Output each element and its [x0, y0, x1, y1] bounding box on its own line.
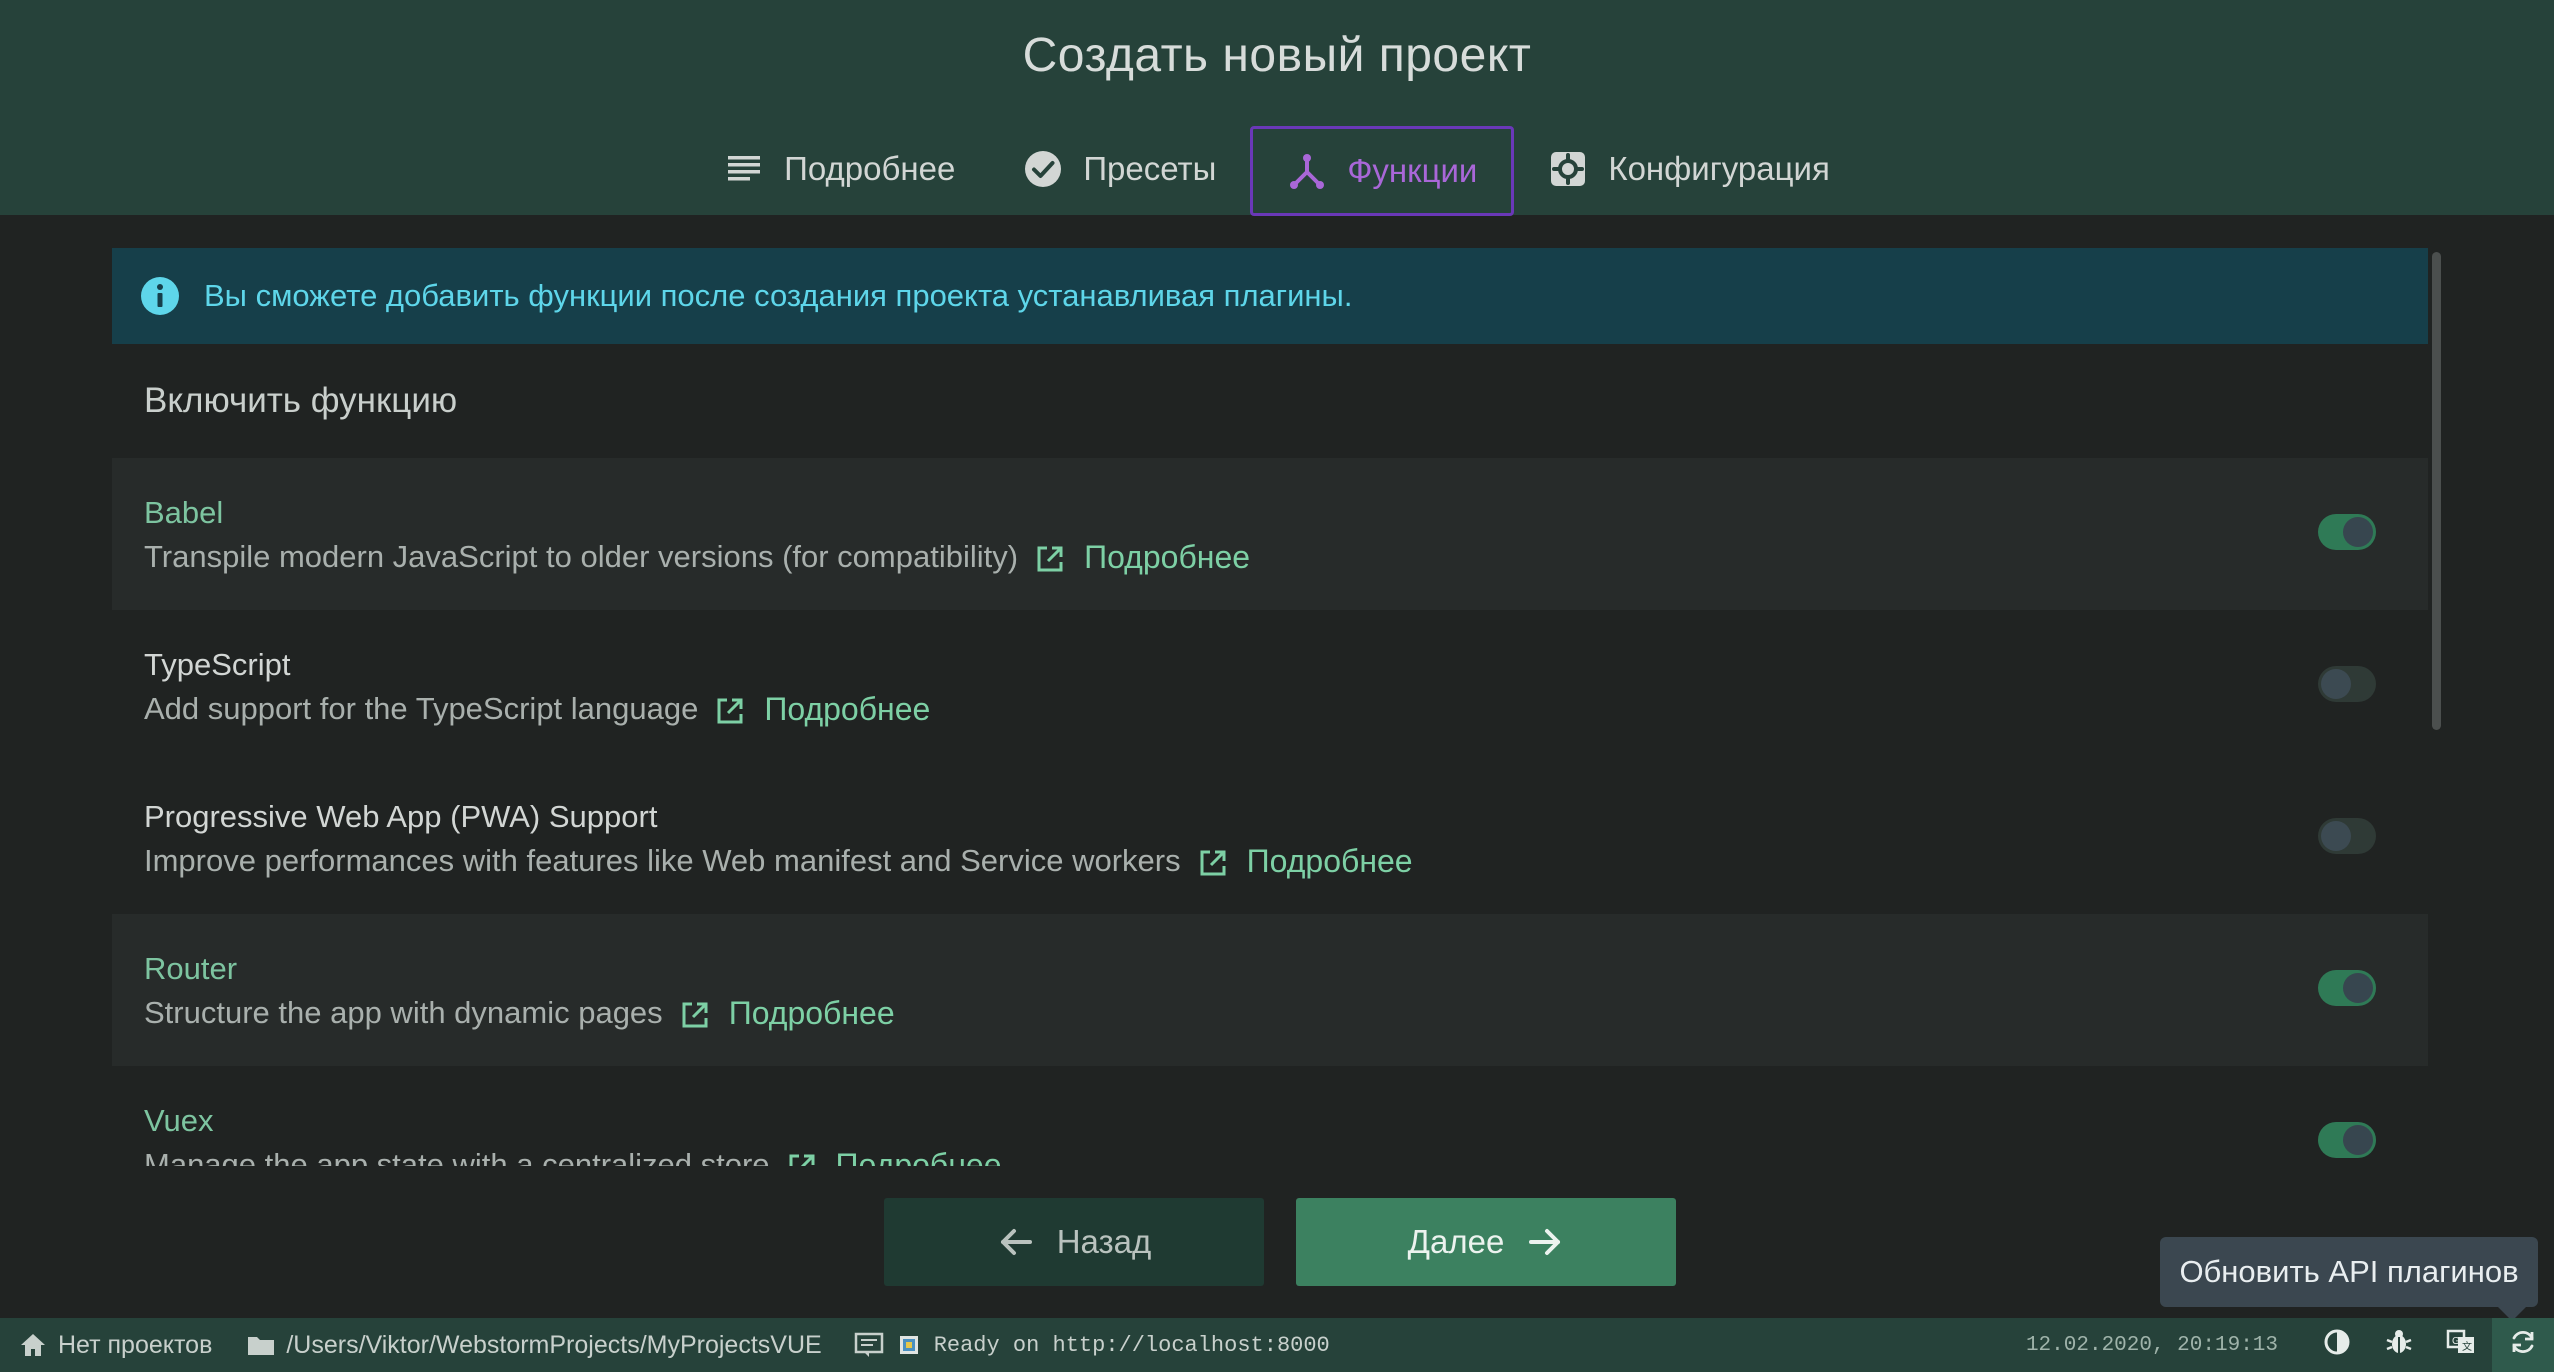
- log-status-icon: [894, 1330, 924, 1360]
- more-info-label: Подробнее: [1246, 843, 1413, 879]
- more-info-label: Подробнее: [764, 691, 931, 727]
- external-link-icon: [679, 997, 711, 1029]
- tab-configuration[interactable]: Конфигурация: [1514, 125, 1863, 213]
- feature-typescript[interactable]: TypeScript Add support for the TypeScrip…: [112, 610, 2428, 762]
- feature-babel[interactable]: Babel Transpile modern JavaScript to old…: [112, 458, 2428, 610]
- feature-description-row: Add support for the TypeScript language …: [144, 686, 2428, 732]
- tab-configuration-label: Конфигурация: [1608, 150, 1830, 187]
- info-banner: Вы сможете добавить функции после создан…: [112, 248, 2428, 344]
- feature-description-row: Transpile modern JavaScript to older ver…: [144, 534, 2428, 580]
- projects-button[interactable]: Нет проектов: [18, 1330, 212, 1360]
- more-info-link[interactable]: Подробнее: [714, 686, 930, 732]
- page-title: Создать новый проект: [1022, 29, 1532, 82]
- external-link-icon: [786, 1149, 818, 1166]
- folder-icon: [246, 1330, 276, 1360]
- arrow-right-icon: [1526, 1223, 1564, 1261]
- feature-description-row: Improve performances with features like …: [144, 838, 2428, 884]
- contrast-icon: [2322, 1327, 2352, 1364]
- tab-presets[interactable]: Пресеты: [989, 125, 1250, 213]
- feature-description: Add support for the TypeScript language: [144, 691, 699, 726]
- feature-name: Router: [144, 951, 238, 986]
- section-title: Включить функцию: [144, 381, 458, 420]
- projects-label: Нет проектов: [58, 1330, 213, 1359]
- feature-description: Structure the app with dynamic pages: [144, 995, 663, 1030]
- folder-path-button[interactable]: /Users/Viktor/WebstormProjects/MyProject…: [246, 1330, 822, 1360]
- info-banner-text: Вы сможете добавить функции после создан…: [204, 278, 1353, 313]
- feature-vuex[interactable]: Vuex Manage the app state with a central…: [112, 1066, 2428, 1166]
- svg-text:文: 文: [2462, 1340, 2472, 1353]
- header: Создать новый проект Подробнее Пресеты Ф…: [0, 0, 2554, 216]
- feature-description: Manage the app state with a centralized …: [144, 1147, 770, 1166]
- more-info-label: Подробнее: [728, 995, 895, 1031]
- tab-details[interactable]: Подробнее: [690, 125, 989, 213]
- check-circle-icon: [1023, 149, 1063, 189]
- log-message: Ready on http://localhost:8000: [933, 1332, 1330, 1358]
- arrow-left-icon: [997, 1223, 1035, 1261]
- log-button[interactable]: Ready on http://localhost:8000: [854, 1330, 1330, 1360]
- settings-icon: [1548, 149, 1588, 189]
- tab-features-label: Функции: [1347, 152, 1478, 189]
- console-icon: [854, 1330, 884, 1360]
- info-icon: [140, 276, 180, 316]
- feature-router[interactable]: Router Structure the app with dynamic pa…: [112, 914, 2428, 1066]
- feature-pwa[interactable]: Progressive Web App (PWA) Support Improv…: [112, 762, 2428, 914]
- refresh-plugins-tooltip: Обновить API плагинов: [2160, 1237, 2538, 1321]
- feature-toggle[interactable]: [2318, 1122, 2376, 1158]
- more-info-label: Подробнее: [835, 1147, 1002, 1166]
- more-info-link[interactable]: Подробнее: [679, 990, 895, 1036]
- status-bar-right: 12.02.2020, 20:19:13 G文: [2026, 1318, 2554, 1372]
- feature-description: Improve performances with features like …: [144, 843, 1181, 878]
- more-info-link[interactable]: Подробнее: [1034, 534, 1250, 580]
- dark-mode-toggle[interactable]: [2306, 1318, 2368, 1372]
- toggle-knob: [2321, 669, 2351, 699]
- more-info-link[interactable]: Подробнее: [1197, 838, 1413, 884]
- tab-details-label: Подробнее: [784, 150, 956, 187]
- more-info-label: Подробнее: [1084, 539, 1251, 575]
- features-panel: Вы сможете добавить функции после создан…: [112, 248, 2428, 1166]
- external-link-icon: [714, 693, 746, 725]
- home-icon: [18, 1330, 48, 1360]
- next-button[interactable]: Далее: [1296, 1198, 1676, 1286]
- folder-path: /Users/Viktor/WebstormProjects/MyProject…: [286, 1330, 822, 1359]
- refresh-icon: [2508, 1327, 2538, 1364]
- toggle-knob: [2343, 973, 2373, 1003]
- fork-icon: [1287, 151, 1327, 191]
- feature-description-row: Manage the app state with a centralized …: [144, 1142, 2428, 1166]
- status-bar: Нет проектов /Users/Viktor/WebstormProje…: [0, 1318, 2554, 1372]
- feature-toggle[interactable]: [2318, 818, 2376, 854]
- feature-name: Vuex: [144, 1103, 214, 1138]
- bug-icon: [2384, 1327, 2414, 1364]
- tab-features[interactable]: Функции: [1250, 126, 1515, 216]
- datetime: 12.02.2020, 20:19:13: [2025, 1333, 2278, 1357]
- feature-name: Progressive Web App (PWA) Support: [144, 799, 658, 834]
- back-button-label: Назад: [1056, 1223, 1152, 1260]
- feature-toggle[interactable]: [2318, 514, 2376, 550]
- next-button-label: Далее: [1407, 1223, 1505, 1260]
- external-link-icon: [1034, 541, 1066, 573]
- feature-toggle[interactable]: [2318, 666, 2376, 702]
- more-info-link[interactable]: Подробнее: [786, 1142, 1002, 1166]
- translate-button[interactable]: G文: [2430, 1318, 2492, 1372]
- list-icon: [724, 149, 764, 189]
- svg-text:G: G: [2452, 1336, 2460, 1347]
- scrollbar[interactable]: [2432, 252, 2441, 730]
- refresh-plugins-button[interactable]: [2492, 1318, 2554, 1372]
- tab-presets-label: Пресеты: [1083, 150, 1217, 187]
- tab-bar: Подробнее Пресеты Функции Конфигурация: [0, 125, 2554, 216]
- back-button[interactable]: Назад: [884, 1198, 1264, 1286]
- toggle-knob: [2343, 1125, 2373, 1155]
- feature-toggle[interactable]: [2318, 970, 2376, 1006]
- feature-name: Babel: [144, 495, 224, 530]
- toggle-knob: [2321, 821, 2351, 851]
- external-link-icon: [1197, 845, 1229, 877]
- toggle-knob: [2343, 517, 2373, 547]
- translate-icon: G文: [2446, 1327, 2476, 1364]
- feature-name: TypeScript: [144, 647, 291, 682]
- report-bug-button[interactable]: [2368, 1318, 2430, 1372]
- feature-description: Transpile modern JavaScript to older ver…: [144, 539, 1019, 574]
- feature-description-row: Structure the app with dynamic pages Под…: [144, 990, 2428, 1036]
